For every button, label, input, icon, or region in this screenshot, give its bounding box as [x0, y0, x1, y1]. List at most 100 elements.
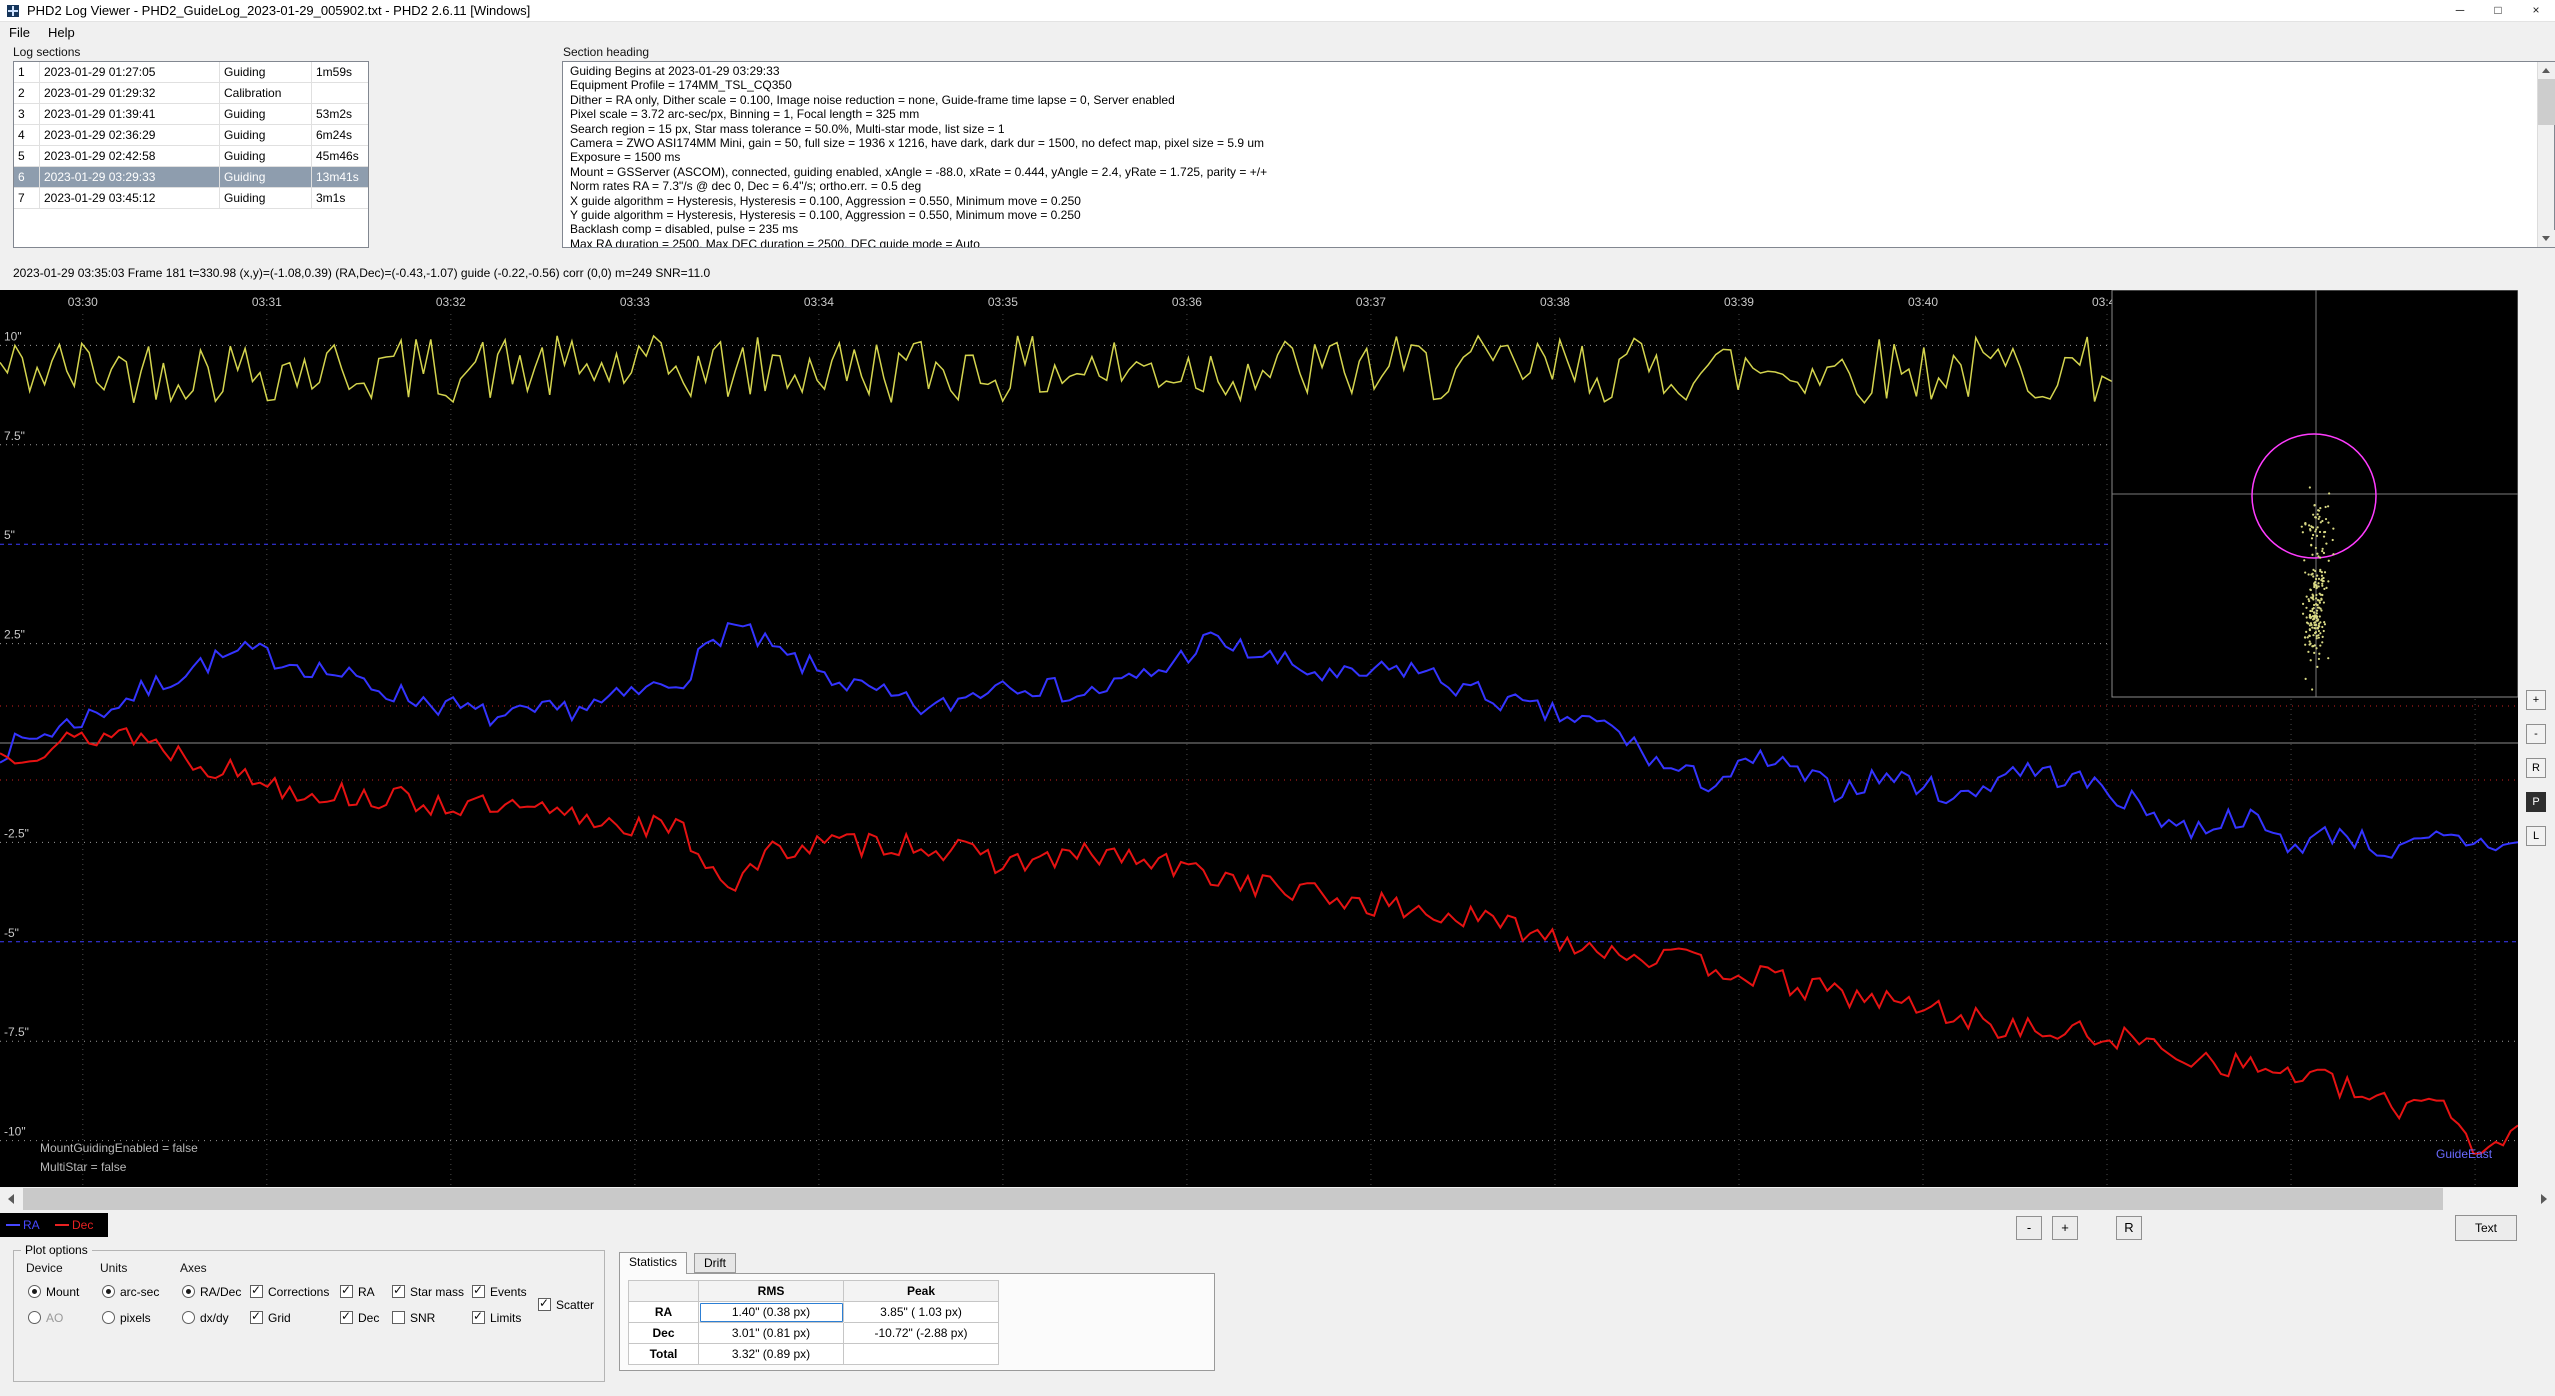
scroll-thumb[interactable]	[2538, 79, 2555, 125]
log-cell: 7	[14, 188, 40, 208]
maximize-button[interactable]: □	[2479, 0, 2517, 22]
svg-text:-7.5": -7.5"	[4, 1025, 29, 1039]
legend-ra: RA	[6, 1218, 40, 1232]
checkbox-label: RA	[358, 1285, 375, 1299]
log-section-row[interactable]: 32023-01-29 01:39:41Guiding53m2s	[14, 104, 368, 125]
log-section-row[interactable]: 12023-01-29 01:27:05Guiding1m59s	[14, 62, 368, 83]
checkbox-icon	[340, 1285, 353, 1298]
ra-line-swatch	[6, 1224, 20, 1226]
stats-total-peak-cell[interactable]	[844, 1344, 999, 1365]
zoom-out-button[interactable]: -	[2016, 1216, 2042, 1240]
checkbox-limits[interactable]: Limits	[472, 1311, 521, 1325]
section-heading-scrollbar[interactable]	[2537, 62, 2554, 247]
log-cell: 13m41s	[312, 167, 366, 187]
reset-button[interactable]: R	[2116, 1216, 2142, 1240]
checkbox-corrections[interactable]: Corrections	[250, 1285, 329, 1299]
stats-ra-rms-cell[interactable]: 1.40" (0.38 px)	[699, 1302, 844, 1323]
svg-text:03:33: 03:33	[620, 295, 650, 309]
heading-line: Norm rates RA = 7.3"/s @ dec 0, Dec = 6.…	[570, 179, 2532, 193]
heading-line: Backlash comp = disabled, pulse = 235 ms	[570, 222, 2532, 236]
checkbox-label: Scatter	[556, 1298, 594, 1312]
menu-file[interactable]: File	[0, 23, 39, 43]
vertical-scale-button-[interactable]: +	[2526, 690, 2546, 710]
checkbox-icon	[472, 1285, 485, 1298]
minimize-button[interactable]: ─	[2441, 0, 2479, 22]
log-cell: 4	[14, 125, 40, 145]
stats-table: RMS Peak RA 1.40" (0.38 px) 3.85" ( 1.03…	[628, 1280, 999, 1365]
log-section-row[interactable]: 42023-01-29 02:36:29Guiding6m24s	[14, 125, 368, 146]
app-icon	[7, 5, 19, 17]
checkbox-ra[interactable]: RA	[340, 1285, 375, 1299]
scroll-left-icon[interactable]	[0, 1187, 23, 1211]
radio-icon	[182, 1311, 195, 1324]
log-section-row[interactable]: 52023-01-29 02:42:58Guiding45m46s	[14, 146, 368, 167]
group-label-device: Device	[26, 1261, 63, 1275]
menu-help[interactable]: Help	[39, 23, 84, 43]
log-cell: Guiding	[220, 62, 312, 82]
section-heading-box[interactable]: Guiding Begins at 2023-01-29 03:29:33Equ…	[562, 61, 2555, 248]
guide-chart[interactable]: 03:3003:3103:3203:3303:3403:3503:3603:37…	[0, 290, 2518, 1187]
chart-legend: RA Dec	[0, 1213, 108, 1237]
log-sections-table[interactable]: 12023-01-29 01:27:05Guiding1m59s22023-01…	[13, 61, 369, 248]
radio-label: dx/dy	[200, 1311, 229, 1325]
radio-mount[interactable]: Mount	[28, 1285, 79, 1299]
close-button[interactable]: ×	[2517, 0, 2555, 22]
checkbox-snr[interactable]: SNR	[392, 1311, 435, 1325]
svg-text:2.5": 2.5"	[4, 628, 25, 642]
log-cell: Guiding	[220, 167, 312, 187]
log-cell: 5	[14, 146, 40, 166]
radio-ao[interactable]: AO	[28, 1311, 63, 1325]
checkbox-label: Events	[490, 1285, 527, 1299]
scroll-up-icon[interactable]	[2538, 62, 2555, 79]
log-cell: 2023-01-29 01:29:32	[40, 83, 220, 103]
radio-label: AO	[46, 1311, 63, 1325]
stats-corner-cell	[629, 1281, 699, 1302]
menu-bar: File Help	[0, 23, 2555, 43]
stats-total-rms-cell[interactable]: 3.32" (0.89 px)	[699, 1344, 844, 1365]
checkbox-icon	[472, 1311, 485, 1324]
log-section-row[interactable]: 62023-01-29 03:29:33Guiding13m41s	[14, 167, 368, 188]
radio-pixels[interactable]: pixels	[102, 1311, 151, 1325]
log-cell: 1	[14, 62, 40, 82]
radio-dx-dy[interactable]: dx/dy	[182, 1311, 229, 1325]
stats-dec-rms-cell[interactable]: 3.01" (0.81 px)	[699, 1323, 844, 1344]
checkbox-grid[interactable]: Grid	[250, 1311, 291, 1325]
dec-line-swatch	[55, 1224, 69, 1226]
log-cell: 3m1s	[312, 188, 366, 208]
checkbox-scatter[interactable]: Scatter	[538, 1298, 594, 1312]
zoom-in-button[interactable]: +	[2052, 1216, 2078, 1240]
svg-text:5": 5"	[4, 528, 15, 542]
radio-label: Mount	[46, 1285, 79, 1299]
heading-line: Dither = RA only, Dither scale = 0.100, …	[570, 93, 2532, 107]
log-cell: Guiding	[220, 125, 312, 145]
frame-status-line: 2023-01-29 03:35:03 Frame 181 t=330.98 (…	[13, 266, 710, 280]
log-cell	[312, 83, 366, 103]
scroll-right-icon[interactable]	[2532, 1187, 2555, 1211]
checkbox-events[interactable]: Events	[472, 1285, 527, 1299]
chart-right-strip: + - RPL	[2518, 290, 2555, 1187]
radio-ra-dec[interactable]: RA/Dec	[182, 1285, 241, 1299]
log-section-row[interactable]: 72023-01-29 03:45:12Guiding3m1s	[14, 188, 368, 209]
group-label-units: Units	[100, 1261, 127, 1275]
checkbox-star-mass[interactable]: Star mass	[392, 1285, 464, 1299]
log-cell: 2023-01-29 03:45:12	[40, 188, 220, 208]
legend-dec-label: Dec	[72, 1218, 93, 1232]
checkbox-dec[interactable]: Dec	[340, 1311, 379, 1325]
vertical-scale-button-l[interactable]: L	[2526, 826, 2546, 846]
stats-ra-peak-cell[interactable]: 3.85" ( 1.03 px)	[844, 1302, 999, 1323]
radio-arc-sec[interactable]: arc-sec	[102, 1285, 159, 1299]
vertical-scale-button-r[interactable]: R	[2526, 758, 2546, 778]
vertical-scale-button-[interactable]: -	[2526, 724, 2546, 744]
log-section-row[interactable]: 22023-01-29 01:29:32Calibration	[14, 83, 368, 104]
hscroll-thumb[interactable]	[23, 1188, 2443, 1210]
tab-statistics[interactable]: Statistics	[619, 1252, 687, 1274]
heading-line: Max RA duration = 2500, Max DEC duration…	[570, 237, 2532, 247]
log-cell: 2023-01-29 01:39:41	[40, 104, 220, 124]
tab-drift[interactable]: Drift	[694, 1253, 736, 1273]
vertical-scale-button-p[interactable]: P	[2526, 792, 2546, 812]
log-cell: 6m24s	[312, 125, 366, 145]
text-button[interactable]: Text	[2455, 1215, 2517, 1241]
scroll-down-icon[interactable]	[2538, 230, 2555, 247]
chart-horizontal-scrollbar[interactable]	[0, 1187, 2555, 1211]
stats-dec-peak-cell[interactable]: -10.72" (-2.88 px)	[844, 1323, 999, 1344]
